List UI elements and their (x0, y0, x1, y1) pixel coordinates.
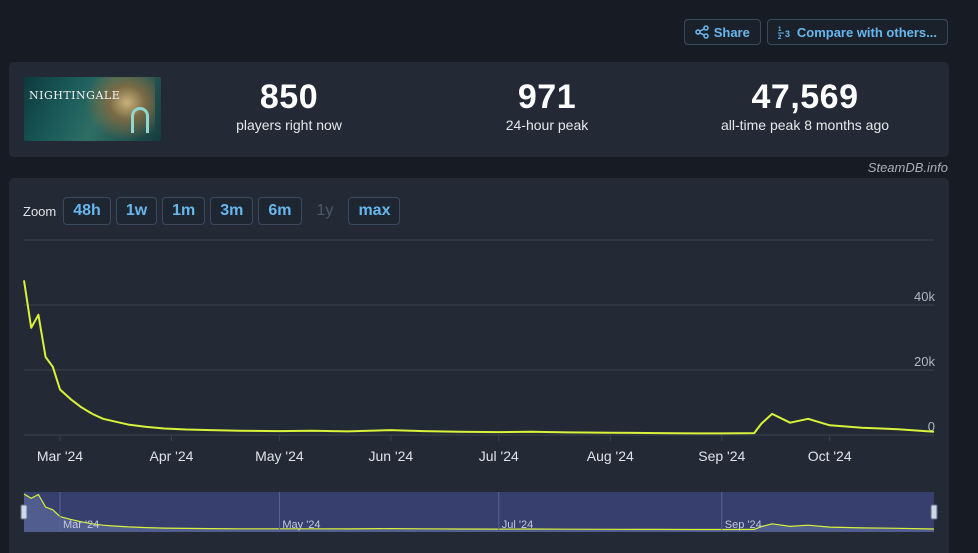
x-tick-label: Aug '24 (587, 448, 634, 464)
x-tick-label: Oct '24 (808, 448, 852, 464)
compare-button[interactable]: 1 2 3 Compare with others... (766, 19, 948, 45)
svg-text:2: 2 (778, 35, 782, 39)
navigator-right-handle[interactable] (930, 504, 938, 520)
share-button[interactable]: Share (683, 19, 761, 45)
game-logo-text: NIGHTINGALE (29, 89, 121, 102)
zoom-1m-button[interactable]: 1m (162, 197, 206, 225)
player-count-chart[interactable]: 020k40kMar '24 Apr '24 May '24 Jun '24 Jul '… (9, 178, 949, 553)
game-thumbnail[interactable]: NIGHTINGALE (24, 77, 161, 141)
zoom-1w-button[interactable]: 1w (115, 197, 158, 225)
zoom-bar: Zoom 48h 1w 1m 3m 6m 1y max (23, 197, 401, 225)
compare-icon: 1 2 3 (777, 27, 790, 39)
steamdb-credit: SteamDB.info (867, 160, 948, 175)
navigator-tick-label: Jul '24 (502, 519, 533, 531)
y-tick-label: 20k (914, 354, 935, 369)
current-players-value: 850 (259, 78, 319, 116)
stats-card: NIGHTINGALE 850 players right now 971 24… (9, 62, 949, 157)
svg-text:1: 1 (778, 27, 782, 33)
share-icon (694, 25, 709, 39)
peak-24h-value: 971 (517, 78, 577, 116)
x-tick-label: Jul '24 (479, 448, 519, 464)
zoom-6m-button[interactable]: 6m (258, 197, 302, 225)
stat-current: 850 players right now (189, 78, 389, 133)
x-tick-label: Sep '24 (698, 448, 745, 464)
stat-alltime-peak: 47,569 all-time peak 8 months ago (685, 78, 925, 133)
x-tick-label: Apr '24 (150, 448, 194, 464)
x-tick-label: Mar '24 (37, 448, 83, 464)
zoom-label: Zoom (23, 203, 57, 219)
alltime-peak-value: 47,569 (751, 78, 859, 116)
navigator-tick-label: May '24 (282, 519, 320, 531)
x-tick-label: Jun '24 (369, 448, 414, 464)
chart-card: 0 20k 40k Mar '24 Apr '24 May '24 Jun '24 Jul '… (9, 178, 949, 553)
x-tick-label: May '24 (255, 448, 304, 464)
zoom-max-button[interactable]: max (348, 197, 401, 225)
svg-text:3: 3 (785, 29, 790, 39)
compare-label: Compare with others... (796, 24, 937, 40)
share-label: Share (713, 24, 750, 40)
navigator-tick-label: Mar '24 (63, 519, 99, 531)
y-tick-label: 40k (914, 289, 935, 304)
player-count-line (23, 280, 935, 435)
navigator-left-handle[interactable] (20, 504, 28, 520)
current-players-label: players right now (236, 117, 342, 133)
alltime-peak-label: all-time peak 8 months ago (720, 117, 890, 133)
zoom-3m-button[interactable]: 3m (210, 197, 254, 225)
navigator-tick-label: Sep '24 (725, 519, 762, 531)
stat-24h-peak: 971 24-hour peak (447, 78, 647, 133)
top-actions: Share 1 2 3 Compare with others... (683, 19, 948, 45)
zoom-1y-button: 1y (316, 202, 334, 219)
peak-24h-label: 24-hour peak (505, 117, 589, 133)
thumbnail-portal (131, 107, 149, 133)
zoom-48h-button[interactable]: 48h (63, 197, 111, 225)
